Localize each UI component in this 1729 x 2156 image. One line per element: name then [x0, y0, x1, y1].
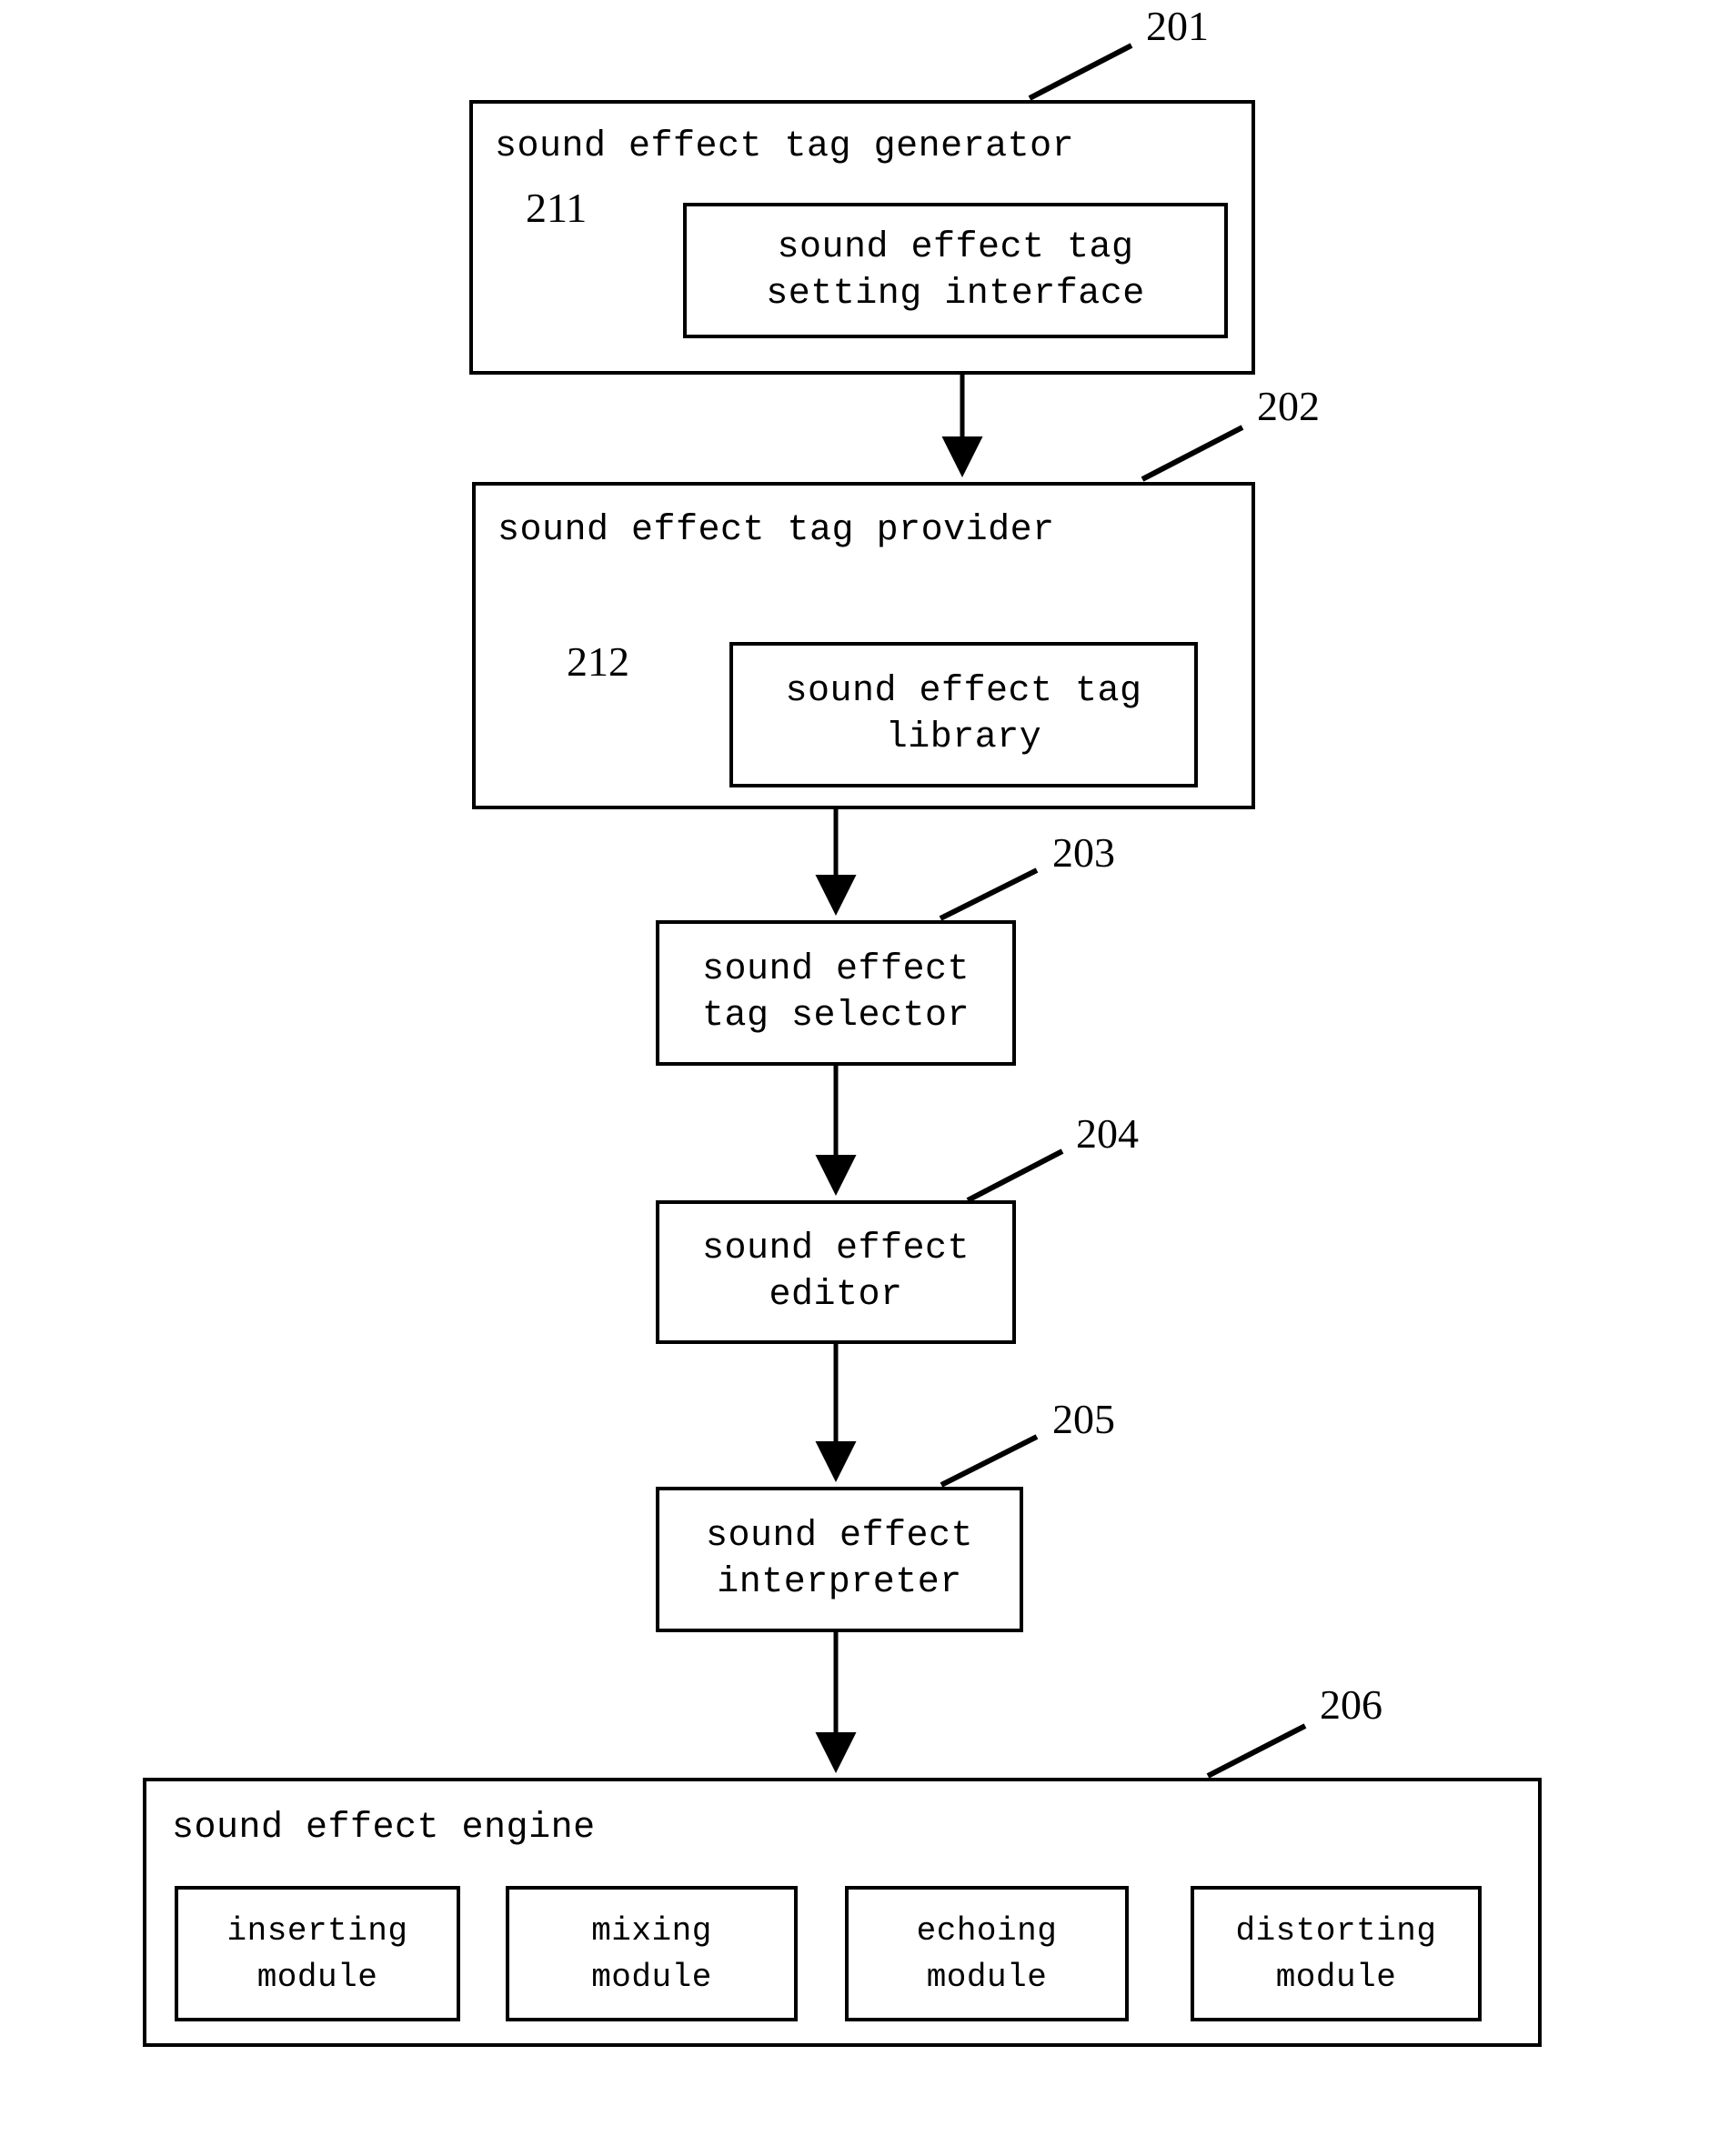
block-label-distorting-module: distorting module	[1194, 1907, 1478, 2000]
block-sound-effect-interpreter[interactable]: sound effect interpreter	[656, 1487, 1023, 1632]
reference-numeral-205: 205	[1052, 1396, 1115, 1442]
block-label-tag-selector: sound effect tag selector	[659, 947, 1012, 1039]
leader-line-203	[939, 867, 1039, 921]
block-label-tag-library: sound effect tag library	[733, 668, 1194, 761]
leader-line-202	[1141, 425, 1244, 482]
block-label-mixing-module: mixing module	[509, 1907, 794, 2000]
block-label-interpreter: sound effect interpreter	[659, 1513, 1020, 1606]
editor-line-1: sound effect	[701, 1228, 970, 1269]
tag-library-line-1: sound effect tag	[785, 670, 1142, 712]
distorting-module-line-1: distorting	[1235, 1911, 1437, 1950]
leader-line-205	[940, 1434, 1039, 1488]
reference-numeral-203: 203	[1052, 829, 1115, 876]
reference-numeral-202: 202	[1257, 383, 1320, 429]
block-label-editor: sound effect editor	[659, 1226, 1012, 1319]
leader-line-206	[1206, 1723, 1307, 1779]
reference-numeral-212: 212	[567, 638, 629, 685]
echoing-module-line-2: module	[926, 1958, 1048, 1996]
block-echoing-module[interactable]: echoing module	[845, 1886, 1129, 2021]
setting-interface-line-1: sound effect tag	[777, 226, 1134, 268]
block-label-echoing-module: echoing module	[849, 1907, 1125, 2000]
mixing-module-line-1: mixing	[591, 1911, 712, 1950]
block-inserting-module[interactable]: inserting module	[175, 1886, 460, 2021]
distorting-module-line-2: module	[1275, 1958, 1397, 1996]
block-sound-effect-tag-selector[interactable]: sound effect tag selector	[656, 920, 1016, 1066]
leader-line-204	[966, 1148, 1064, 1203]
leader-line-201	[1028, 43, 1133, 101]
block-sound-effect-engine[interactable]: sound effect engine inserting module mix…	[143, 1778, 1542, 2047]
reference-numeral-204: 204	[1076, 1110, 1139, 1157]
block-diagram-figure: sound effect tag generator sound effect …	[0, 0, 1729, 2156]
block-label-setting-interface: sound effect tag setting interface	[687, 224, 1224, 316]
mixing-module-line-2: module	[591, 1958, 712, 1996]
setting-interface-line-2: setting interface	[766, 273, 1145, 315]
interpreter-line-2: interpreter	[717, 1562, 962, 1603]
block-distorting-module[interactable]: distorting module	[1191, 1886, 1482, 2021]
echoing-module-line-1: echoing	[916, 1911, 1058, 1950]
block-mixing-module[interactable]: mixing module	[506, 1886, 798, 2021]
tag-selector-line-2: tag selector	[701, 996, 970, 1037]
block-title-generator: sound effect tag generator	[495, 126, 1075, 167]
block-title-engine: sound effect engine	[172, 1808, 596, 1849]
block-sound-effect-tag-setting-interface[interactable]: sound effect tag setting interface	[683, 203, 1228, 338]
inserting-module-line-1: inserting	[226, 1911, 408, 1950]
interpreter-line-1: sound effect	[705, 1515, 974, 1557]
reference-numeral-201: 201	[1146, 3, 1209, 49]
inserting-module-line-2: module	[256, 1958, 378, 1996]
reference-numeral-206: 206	[1320, 1681, 1382, 1728]
tag-selector-line-1: sound effect	[701, 948, 970, 990]
block-sound-effect-editor[interactable]: sound effect editor	[656, 1200, 1016, 1344]
tag-library-line-2: library	[885, 717, 1042, 758]
editor-line-2: editor	[769, 1275, 903, 1316]
block-title-provider: sound effect tag provider	[498, 510, 1055, 551]
block-sound-effect-tag-generator[interactable]: sound effect tag generator sound effect …	[469, 100, 1255, 375]
block-sound-effect-tag-library[interactable]: sound effect tag library	[729, 642, 1198, 787]
reference-numeral-211: 211	[526, 185, 588, 231]
block-label-inserting-module: inserting module	[178, 1907, 457, 2000]
